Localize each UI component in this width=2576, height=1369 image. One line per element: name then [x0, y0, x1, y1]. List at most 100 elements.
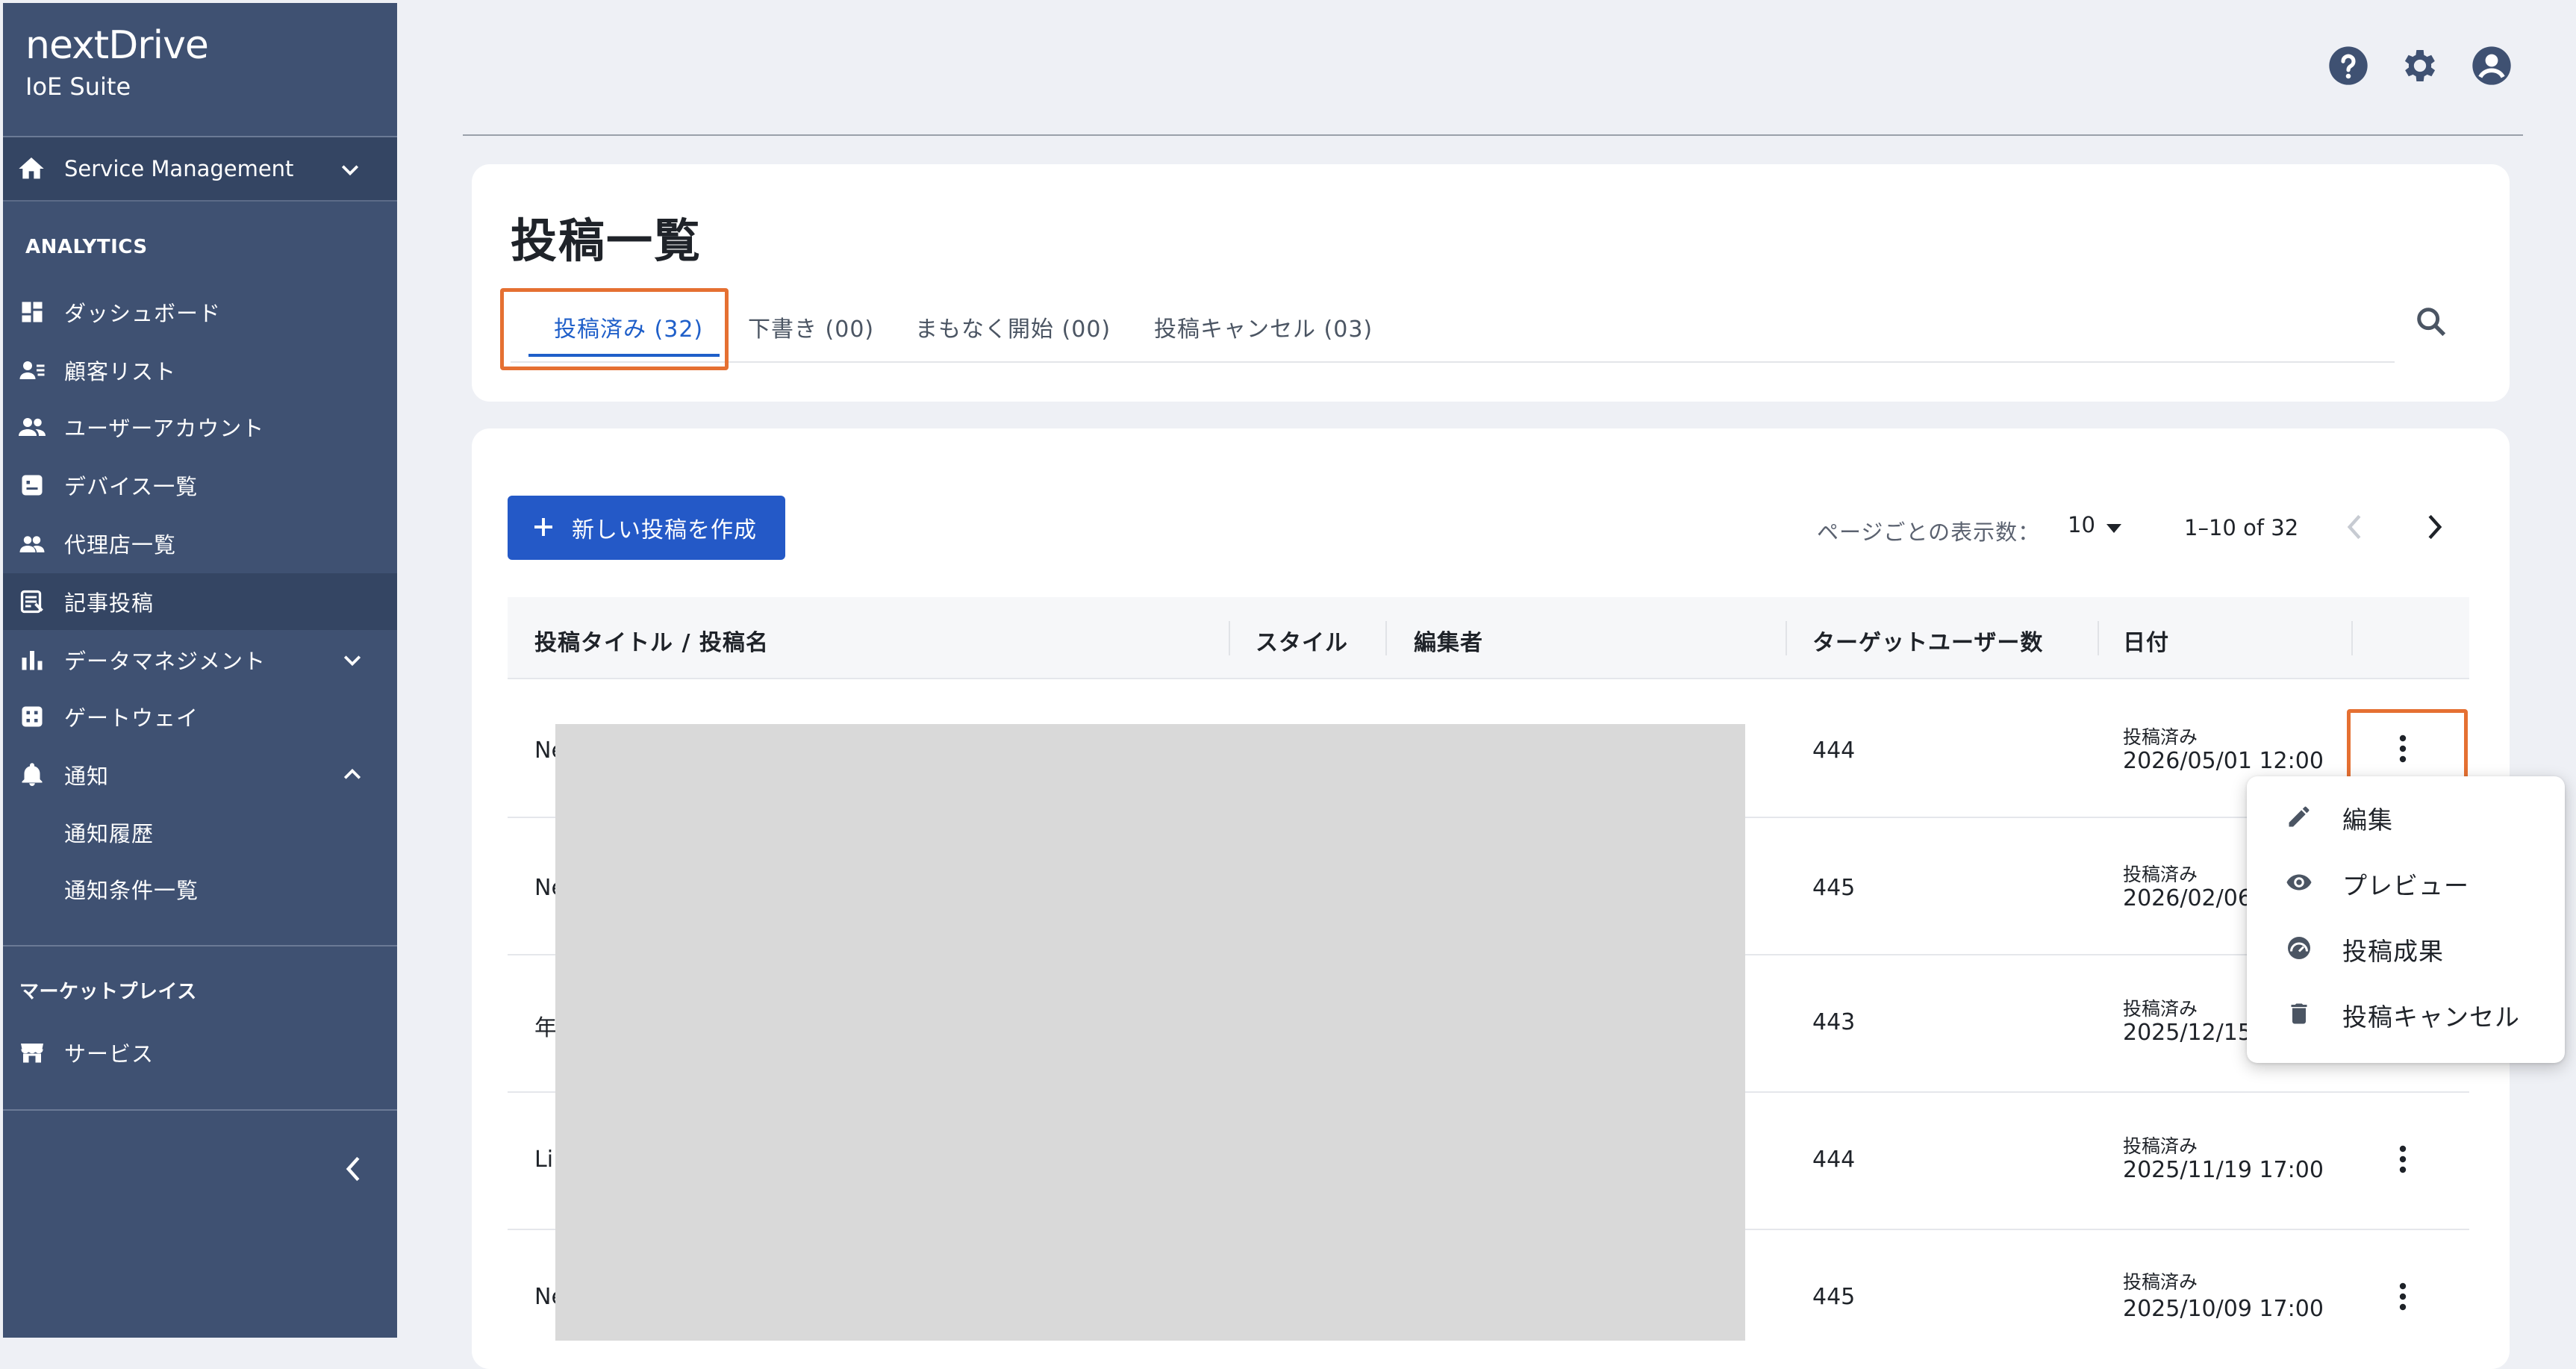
sidebar-item-agencies[interactable]: 代理店一覧	[3, 515, 397, 572]
column-separator	[1786, 621, 1787, 655]
account-icon[interactable]	[2471, 45, 2513, 87]
tabs-divider	[511, 361, 2395, 363]
sidebar-subitem-notification-conditions[interactable]: 通知条件一覧	[64, 873, 199, 905]
service-selector[interactable]: Service Management	[3, 137, 397, 202]
sidebar-item-label: データマネジメント	[64, 649, 266, 674]
pagination-range: 1–10 of 32	[2184, 515, 2299, 540]
bell-icon	[22, 763, 43, 786]
service-label: Service Management	[64, 156, 294, 181]
sidebar-item-service[interactable]: サービス	[3, 1024, 397, 1081]
help-icon[interactable]	[2327, 45, 2369, 87]
menu-item-label: プレビュー	[2342, 871, 2469, 900]
search-icon[interactable]	[2414, 305, 2448, 339]
create-post-button[interactable]: 新しい投稿を作成	[508, 496, 785, 560]
menu-item-edit[interactable]: 編集	[2247, 784, 2565, 849]
redacted-area	[555, 724, 1745, 1341]
target-users-cell: 445	[1812, 875, 1856, 901]
table-header: 投稿タイトル / 投稿名 スタイル 編集者 ターゲットユーザー数 日付	[508, 597, 2469, 679]
post-title-cell[interactable]: Li	[534, 1147, 553, 1173]
sidebar-item-user-accounts[interactable]: ユーザーアカウント	[3, 399, 397, 455]
previous-page-icon[interactable]	[2344, 511, 2366, 543]
column-separator	[2098, 621, 2099, 655]
target-users-cell: 444	[1812, 1147, 1856, 1173]
rows-per-page-select[interactable]: 10	[2068, 512, 2095, 537]
article-icon	[20, 590, 43, 614]
sidebar-item-label: 通知	[64, 764, 110, 789]
sidebar-item-dashboard[interactable]: ダッシュボード	[3, 284, 397, 340]
trash-icon	[2291, 1003, 2307, 1024]
customer-list-icon	[19, 361, 45, 379]
target-users-cell: 445	[1812, 1284, 1856, 1310]
column-separator	[2351, 621, 2353, 655]
brand: nextDrive IoE Suite	[25, 22, 209, 103]
column-header-target-users: ターゲットユーザー数	[1812, 630, 2044, 656]
sidebar-item-customer-list[interactable]: 顧客リスト	[3, 342, 397, 399]
sidebar-item-label: ユーザーアカウント	[64, 416, 265, 441]
sidebar: nextDrive IoE Suite Service Management A…	[3, 3, 397, 1338]
date-cell: 2025/12/15	[2123, 1020, 2252, 1046]
column-header-style: スタイル	[1256, 630, 1348, 656]
tab-drafts[interactable]: 下書き (00)	[748, 311, 874, 343]
date-cell: 2025/11/19 17:00	[2123, 1157, 2324, 1183]
sidebar-item-label: 記事投稿	[64, 590, 155, 616]
home-icon	[19, 158, 44, 179]
page-title: 投稿一覧	[511, 213, 702, 268]
column-separator	[1229, 621, 1230, 655]
header-divider	[463, 134, 2523, 136]
sidebar-divider	[3, 945, 397, 947]
gauge-icon	[2288, 937, 2310, 959]
create-post-label: 新しい投稿を作成	[572, 517, 757, 543]
date-cell: 2025/10/09 17:00	[2123, 1296, 2324, 1322]
gateway-icon	[22, 706, 43, 727]
menu-item-label: 投稿キャンセル	[2342, 1002, 2520, 1032]
more-options-icon[interactable]	[2392, 1144, 2414, 1175]
next-page-icon[interactable]	[2423, 511, 2445, 543]
tab-upcoming[interactable]: まもなく開始 (00)	[915, 311, 1111, 343]
status-cell: 投稿済み	[2123, 1135, 2198, 1157]
tab-cancelled[interactable]: 投稿キャンセル (03)	[1154, 311, 1373, 343]
sidebar-item-devices[interactable]: デバイス一覧	[3, 457, 397, 514]
sidebar-item-gateway[interactable]: ゲートウェイ	[3, 688, 397, 745]
menu-item-results[interactable]: 投稿成果	[2247, 915, 2565, 981]
agency-icon	[19, 536, 45, 552]
marketplace-section-title: マーケットプレイス	[19, 981, 197, 1003]
status-cell: 投稿済み	[2123, 1271, 2198, 1293]
store-icon	[21, 1044, 43, 1063]
column-header-editor: 編集者	[1414, 630, 1483, 656]
sidebar-divider	[3, 1109, 397, 1111]
highlight-box	[2347, 709, 2468, 784]
plus-icon	[534, 518, 552, 536]
more-options-icon[interactable]	[2392, 1281, 2414, 1312]
collapse-sidebar-icon[interactable]	[340, 1153, 367, 1185]
chevron-down-icon	[341, 165, 359, 176]
brand-product: IoE Suite	[25, 72, 131, 101]
sidebar-item-article-posting[interactable]: 記事投稿	[3, 573, 397, 630]
bar-chart-icon	[22, 651, 43, 670]
row-actions-menu: 編集 プレビュー 投稿成果 投稿キャンセル	[2247, 776, 2565, 1063]
users-icon	[19, 418, 46, 436]
column-separator	[1385, 621, 1387, 655]
rows-per-page-label: ページごとの表示数：	[1817, 520, 2041, 545]
analytics-section-title: ANALYTICS	[25, 236, 148, 258]
caret-down-icon[interactable]	[2105, 523, 2123, 534]
post-title-cell[interactable]: 年	[534, 1009, 557, 1042]
device-icon	[22, 475, 43, 496]
brand-logo: nextDrive	[25, 23, 209, 68]
menu-item-preview[interactable]: プレビュー	[2247, 849, 2565, 915]
gear-icon[interactable]	[2399, 45, 2441, 87]
status-cell: 投稿済み	[2123, 864, 2198, 885]
menu-item-label: 編集	[2342, 805, 2393, 835]
menu-item-cancel-post[interactable]: 投稿キャンセル	[2247, 981, 2565, 1047]
target-users-cell: 444	[1812, 737, 1856, 764]
column-header-date: 日付	[2123, 630, 2169, 656]
sidebar-item-label: デバイス一覧	[64, 474, 199, 499]
menu-item-label: 投稿成果	[2342, 937, 2444, 966]
sidebar-item-label: 顧客リスト	[64, 359, 177, 384]
status-cell: 投稿済み	[2123, 998, 2198, 1020]
sidebar-subitem-notification-history[interactable]: 通知履歴	[64, 817, 154, 848]
status-cell: 投稿済み	[2123, 726, 2198, 748]
column-header-title: 投稿タイトル / 投稿名	[534, 630, 769, 656]
sidebar-item-notifications[interactable]: 通知	[3, 746, 397, 803]
sidebar-item-data-management[interactable]: データマネジメント	[3, 632, 397, 688]
chevron-up-icon	[343, 768, 361, 779]
